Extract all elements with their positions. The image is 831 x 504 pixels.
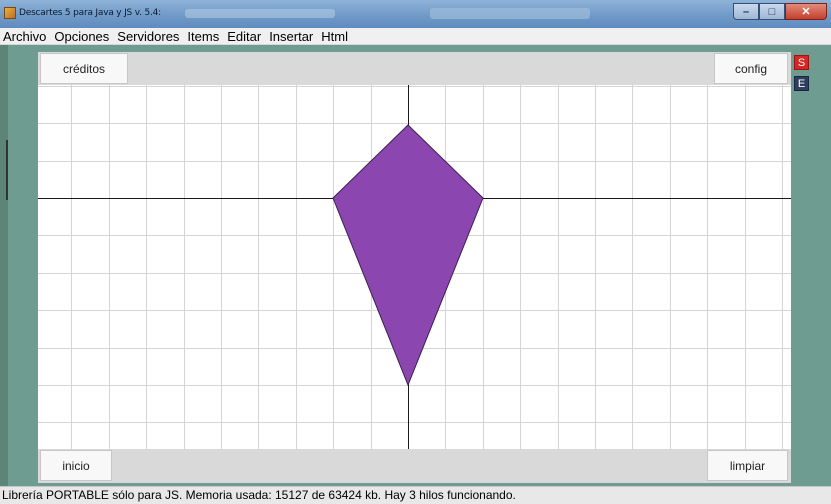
close-button[interactable]: ✕ [785, 3, 827, 20]
status-bar: Librería PORTABLE sólo para JS. Memoria … [0, 486, 831, 504]
menu-html[interactable]: Html [317, 28, 352, 45]
e-button[interactable]: E [794, 76, 809, 91]
bottom-panel: inicio limpiar [38, 449, 791, 483]
window-title: Descartes 5 para Java y JS v. 5.4: [19, 8, 162, 18]
menu-insertar[interactable]: Insertar [265, 28, 317, 45]
blurred-title-area [185, 9, 335, 18]
java-app-icon [4, 7, 16, 19]
menu-editar[interactable]: Editar [223, 28, 265, 45]
maximize-icon: □ [768, 5, 776, 18]
credits-button[interactable]: créditos [40, 53, 128, 84]
graph-canvas[interactable] [38, 85, 791, 449]
clear-button[interactable]: limpiar [707, 450, 788, 481]
minimize-icon: – [742, 5, 750, 18]
config-button[interactable]: config [714, 53, 788, 84]
window-controls: – □ ✕ [733, 3, 827, 21]
top-panel: créditos config [38, 52, 791, 85]
blurred-title-area [430, 8, 590, 19]
kite-polygon[interactable] [332, 124, 484, 387]
menu-opciones[interactable]: Opciones [50, 28, 113, 45]
title-bar: Descartes 5 para Java y JS v. 5.4: – □ ✕ [0, 0, 831, 28]
maximize-button[interactable]: □ [759, 3, 785, 20]
s-button[interactable]: S [794, 55, 809, 70]
left-border-shade [6, 140, 8, 200]
descartes-scene: créditos config inicio limpiar [38, 52, 791, 483]
left-border [0, 45, 8, 486]
minimize-button[interactable]: – [733, 3, 759, 20]
menu-items[interactable]: Items [183, 28, 223, 45]
start-button[interactable]: inicio [40, 450, 112, 481]
close-icon: ✕ [801, 6, 811, 18]
menu-bar: Archivo Opciones Servidores Items Editar… [0, 28, 831, 45]
menu-servidores[interactable]: Servidores [113, 28, 183, 45]
menu-archivo[interactable]: Archivo [0, 28, 50, 45]
